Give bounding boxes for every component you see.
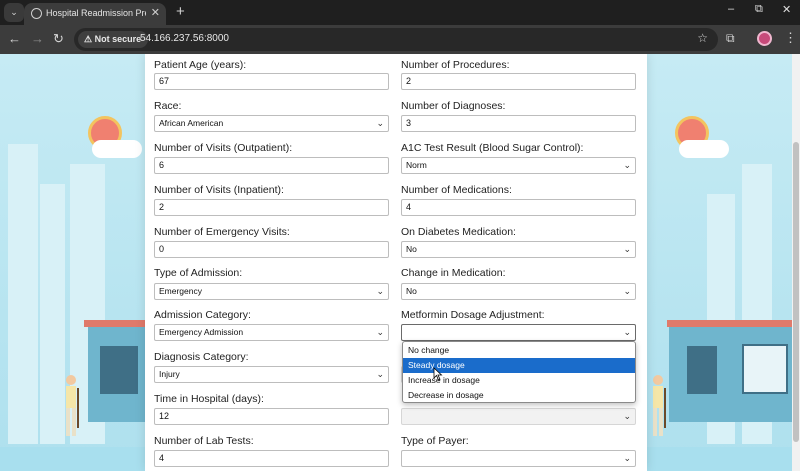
tab-search-chevron-down-icon[interactable]: ⌄ [4, 3, 24, 22]
field-label-payer: Type of Payer: [401, 435, 469, 447]
address-bar[interactable]: ⚠ Not secure 54.166.237.56:8000 ☆ [74, 28, 718, 51]
field-label-diagnosis-category: Diagnosis Category: [154, 351, 249, 363]
dropdown-option-no-change[interactable]: No change [403, 343, 635, 358]
chevron-down-icon: ⌄ [376, 327, 384, 337]
diagnosis-category-select-value: Injury [159, 369, 180, 379]
race-select[interactable]: African American ⌄ [154, 115, 389, 132]
admission-type-select-value: Emergency [159, 286, 202, 296]
diagnoses-input[interactable]: 3 [401, 115, 636, 132]
field-label-admission-category: Admission Category: [154, 309, 251, 321]
admission-type-select[interactable]: Emergency ⌄ [154, 283, 389, 300]
payer-select[interactable]: ⌄ [401, 450, 636, 467]
field-label-race: Race: [154, 100, 182, 112]
close-window-icon[interactable]: ✕ [782, 3, 791, 16]
close-icon[interactable]: ✕ [151, 6, 160, 19]
diabetes-med-select[interactable]: No ⌄ [401, 241, 636, 258]
chevron-down-icon: ⌄ [623, 244, 631, 254]
medications-input[interactable]: 4 [401, 199, 636, 216]
patient-age-input[interactable]: 67 [154, 73, 389, 90]
field-label-med-change: Change in Medication: [401, 267, 506, 279]
browser-tab[interactable]: Hospital Readmission Prediction ✕ [24, 3, 166, 25]
kebab-icon[interactable]: ⋮ [784, 30, 797, 46]
chevron-down-icon: ⌄ [623, 286, 631, 296]
chevron-down-icon: ⌄ [623, 160, 631, 170]
cloud-image [92, 140, 142, 158]
prediction-form: Patient Age (years): 67 Number of Proced… [145, 54, 647, 471]
star-icon[interactable]: ☆ [697, 31, 708, 45]
race-select-value: African American [159, 118, 224, 128]
a1c-select-value: Norm [406, 160, 427, 170]
security-chip[interactable]: ⚠ Not secure [78, 31, 149, 48]
field-label-medications: Number of Medications: [401, 184, 512, 196]
chevron-down-icon: ⌄ [623, 411, 631, 421]
restore-icon[interactable]: ⧉ [755, 3, 763, 16]
warning-icon: ⚠ [84, 34, 93, 44]
field-label-lab-tests: Number of Lab Tests: [154, 435, 254, 447]
left-illustration [0, 54, 145, 471]
diagnosis-category-select[interactable]: Injury ⌄ [154, 366, 389, 383]
a1c-select[interactable]: Norm ⌄ [401, 157, 636, 174]
emergency-visits-input[interactable]: 0 [154, 241, 389, 258]
puzzle-icon[interactable]: ⧉ [726, 31, 735, 46]
metformin-select[interactable]: ⌄ [401, 324, 636, 341]
chevron-down-icon: ⌄ [623, 327, 631, 337]
field-label-outpatient-visits: Number of Visits (Outpatient): [154, 142, 293, 154]
med-change-select-value: No [406, 286, 417, 296]
lab-tests-input[interactable]: 4 [154, 450, 389, 467]
person-image [66, 375, 79, 436]
field-label-patient-age: Patient Age (years): [154, 59, 247, 71]
field-label-admission-type: Type of Admission: [154, 267, 243, 279]
time-in-hospital-input[interactable]: 12 [154, 408, 389, 425]
page-viewport: Patient Age (years): 67 Number of Proced… [0, 54, 792, 471]
browser-toolbar: ← → ↻ ⚠ Not secure 54.166.237.56:8000 ☆ [0, 25, 800, 54]
dropdown-option-decrease[interactable]: Decrease in dosage [403, 388, 635, 403]
chevron-down-icon: ⌄ [376, 369, 384, 379]
admission-category-select-value: Emergency Admission [159, 327, 244, 337]
reload-icon[interactable]: ↻ [53, 31, 64, 47]
admission-category-select[interactable]: Emergency Admission ⌄ [154, 324, 389, 341]
person-image [653, 375, 666, 436]
arrow-left-icon[interactable]: ← [8, 31, 21, 47]
field-label-procedures: Number of Procedures: [401, 59, 510, 71]
url-text: 54.166.237.56:8000 [140, 33, 229, 44]
tab-title: Hospital Readmission Prediction [46, 8, 146, 18]
avatar[interactable] [757, 31, 772, 46]
inpatient-visits-input[interactable]: 2 [154, 199, 389, 216]
outpatient-visits-input[interactable]: 6 [154, 157, 389, 174]
field-label-diabetes-med: On Diabetes Medication: [401, 226, 516, 238]
procedures-input[interactable]: 2 [401, 73, 636, 90]
arrow-right-icon[interactable]: → [31, 31, 44, 47]
field-label-diagnoses: Number of Diagnoses: [401, 100, 506, 112]
browser-tab-bar: ⌄ Hospital Readmission Prediction ✕ + – … [0, 0, 800, 25]
globe-icon [31, 8, 42, 19]
field-label-emergency-visits: Number of Emergency Visits: [154, 226, 290, 238]
field-label-time-in-hospital: Time in Hospital (days): [154, 393, 264, 405]
med-change-select[interactable]: No ⌄ [401, 283, 636, 300]
diabetes-med-select-value: No [406, 244, 417, 254]
field-label-a1c: A1C Test Result (Blood Sugar Control): [401, 142, 584, 154]
chevron-down-icon: ⌄ [376, 118, 384, 128]
mouse-cursor-icon [433, 367, 443, 381]
right-illustration [647, 54, 792, 471]
chevron-down-icon: ⌄ [623, 453, 631, 463]
hidden-select-behind-dropdown-2[interactable]: ⌄ [401, 408, 636, 425]
page-scrollbar[interactable] [792, 54, 800, 471]
field-label-metformin: Metformin Dosage Adjustment: [401, 309, 545, 321]
minimize-icon[interactable]: – [728, 3, 734, 15]
scrollbar-thumb[interactable] [793, 142, 799, 442]
chevron-down-icon: ⌄ [376, 286, 384, 296]
new-tab-plus-icon[interactable]: + [176, 3, 185, 21]
security-label: Not secure [94, 34, 142, 44]
cloud-image [679, 140, 729, 158]
field-label-inpatient-visits: Number of Visits (Inpatient): [154, 184, 284, 196]
